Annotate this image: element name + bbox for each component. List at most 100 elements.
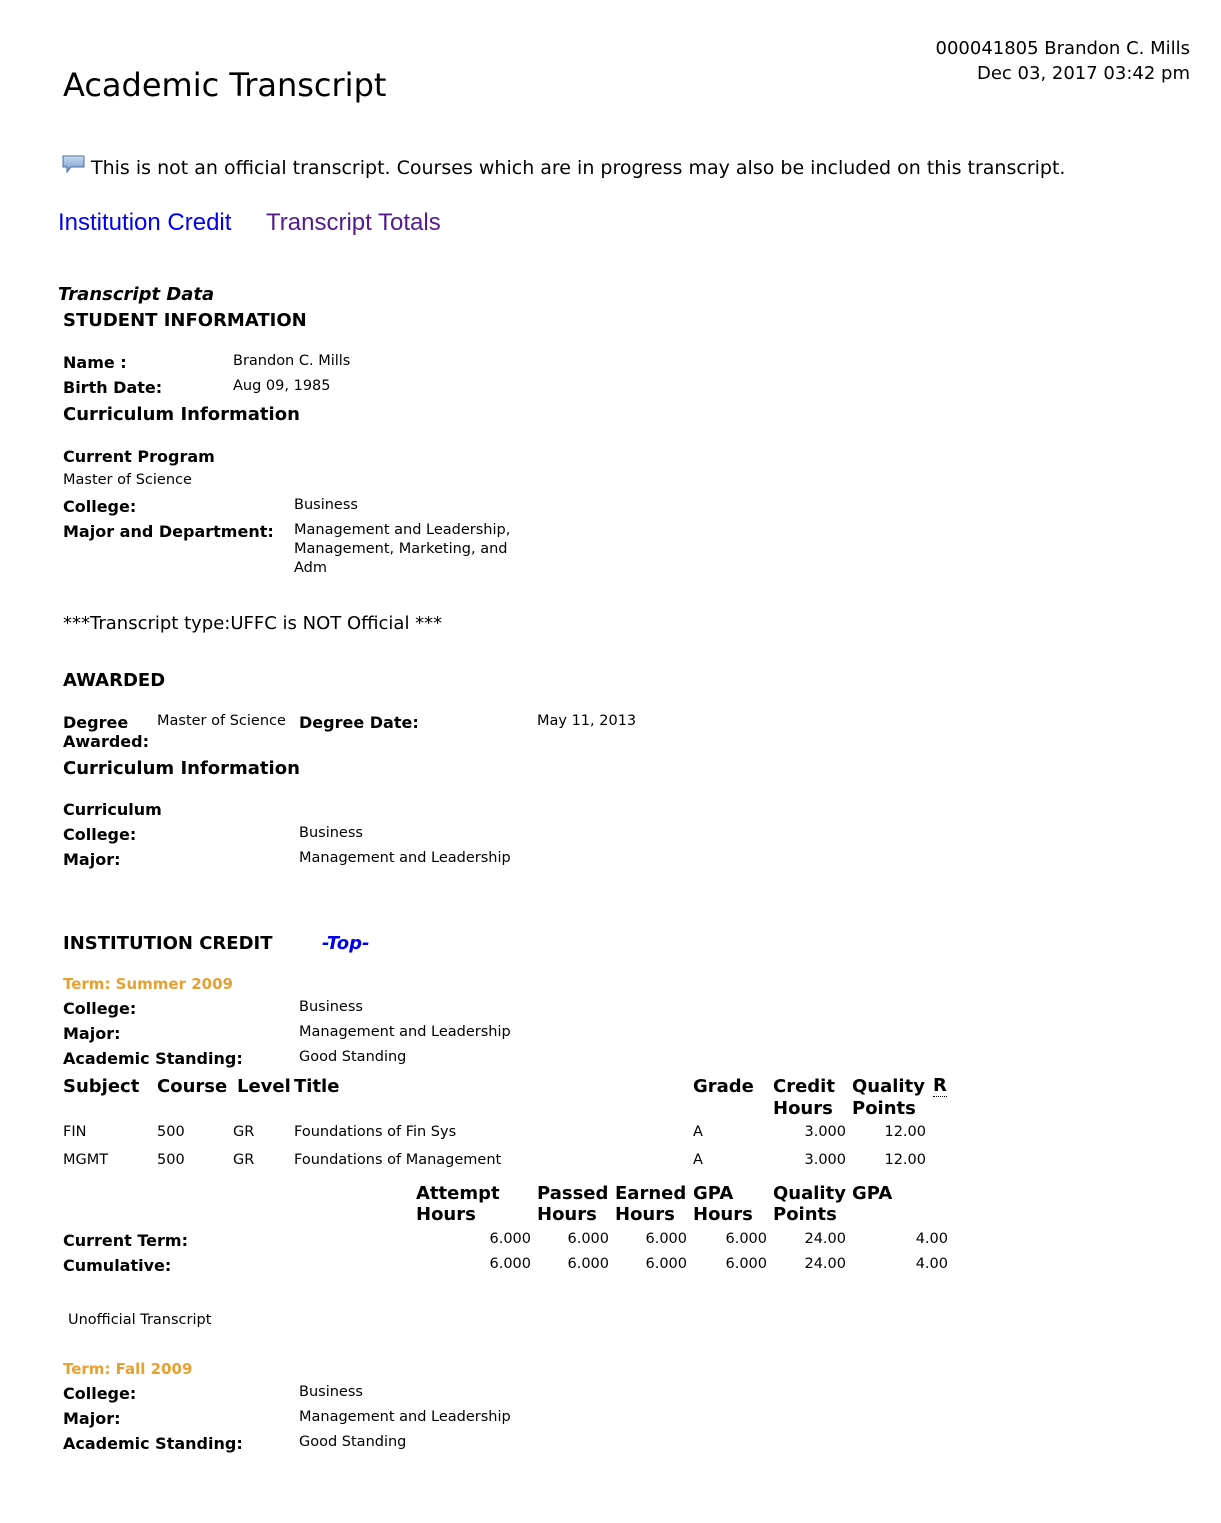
degree-awarded-value: Master of Science: [157, 713, 286, 729]
program-value: Master of Science: [63, 472, 192, 488]
course-credit-hours: 3.000: [804, 1124, 846, 1140]
major-department-line: Adm: [294, 560, 327, 576]
birth-date-label: Birth Date:: [63, 378, 163, 397]
institution-credit-link[interactable]: Institution Credit: [58, 209, 231, 237]
course-title: Foundations of Management: [294, 1152, 502, 1168]
academic-standing-label: Academic Standing:: [63, 1049, 243, 1068]
attempt-hours-value: 6.000: [489, 1256, 531, 1272]
degree-awarded-label: Awarded:: [63, 732, 150, 751]
course-subject: FIN: [63, 1124, 87, 1140]
college-value: Business: [299, 1384, 363, 1400]
col-quality-points: Points: [773, 1204, 837, 1225]
course-number: 500: [157, 1124, 185, 1140]
col-gpa-hours: Hours: [693, 1204, 753, 1225]
degree-awarded-label: Degree: [63, 713, 129, 732]
student-id-name: 000041805 Brandon C. Mills: [935, 38, 1190, 59]
col-credit-hours: Hours: [773, 1098, 833, 1119]
comment-icon: [62, 155, 86, 174]
course-credit-hours: 3.000: [804, 1152, 846, 1168]
college-value: Business: [299, 825, 363, 841]
gpa-hours-value: 6.000: [725, 1231, 767, 1247]
degree-date-label: Degree Date:: [299, 713, 419, 732]
major-label: Major:: [63, 1409, 121, 1428]
top-link[interactable]: -Top-: [322, 933, 370, 954]
awarded-heading: AWARDED: [63, 670, 166, 691]
course-number: 500: [157, 1152, 185, 1168]
col-passed-hours: Hours: [537, 1204, 597, 1225]
major-department-line: Management, Marketing, and: [294, 541, 508, 557]
college-label: College:: [63, 825, 137, 844]
col-title: Title: [294, 1076, 340, 1097]
academic-standing-label: Academic Standing:: [63, 1434, 243, 1453]
term-title: Term: Fall 2009: [63, 1360, 193, 1378]
major-value: Management and Leadership: [299, 1024, 511, 1040]
college-label: College:: [63, 497, 137, 516]
college-label: College:: [63, 1384, 137, 1403]
col-gpa-hours: GPA: [693, 1183, 734, 1204]
col-attempt-hours: Hours: [416, 1204, 476, 1225]
major-label: Major:: [63, 850, 121, 869]
gpa-value: 4.00: [915, 1231, 948, 1247]
passed-hours-value: 6.000: [567, 1256, 609, 1272]
academic-standing-value: Good Standing: [299, 1049, 407, 1065]
course-quality-points: 12.00: [884, 1152, 926, 1168]
current-program-label: Current Program: [63, 447, 215, 466]
name-value: Brandon C. Mills: [233, 353, 351, 369]
gpa-hours-value: 6.000: [725, 1256, 767, 1272]
major-value: Management and Leadership: [299, 1409, 511, 1425]
current-term-label: Current Term:: [63, 1231, 188, 1250]
academic-standing-value: Good Standing: [299, 1434, 407, 1450]
course-subject: MGMT: [63, 1152, 109, 1168]
unofficial-notice: This is not an official transcript. Cour…: [91, 157, 1066, 179]
major-label: Major:: [63, 1024, 121, 1043]
quality-points-value: 24.00: [804, 1256, 846, 1272]
page-title: Academic Transcript: [63, 66, 387, 104]
col-grade: Grade: [693, 1076, 754, 1097]
col-earned-hours: Earned: [615, 1183, 687, 1204]
course-level: GR: [233, 1152, 255, 1168]
earned-hours-value: 6.000: [645, 1231, 687, 1247]
curriculum-info-heading: Curriculum Information: [63, 758, 300, 779]
student-information-heading: STUDENT INFORMATION: [63, 310, 307, 331]
major-value: Management and Leadership: [299, 850, 511, 866]
col-gpa: GPA: [852, 1183, 893, 1204]
transcript-type: ***Transcript type:UFFC is NOT Official …: [63, 613, 443, 634]
report-datetime: Dec 03, 2017 03:42 pm: [977, 63, 1190, 84]
col-subject: Subject: [63, 1076, 140, 1097]
major-department-line: Management and Leadership,: [294, 522, 511, 538]
earned-hours-value: 6.000: [645, 1256, 687, 1272]
cumulative-label: Cumulative:: [63, 1256, 172, 1275]
name-label: Name :: [63, 353, 127, 372]
course-level: GR: [233, 1124, 255, 1140]
degree-date-value: May 11, 2013: [537, 713, 637, 729]
major-department-label: Major and Department:: [63, 522, 274, 541]
curriculum-label: Curriculum: [63, 800, 162, 819]
col-passed-hours: Passed: [537, 1183, 609, 1204]
col-level: Level: [237, 1076, 291, 1097]
course-grade: A: [693, 1124, 703, 1140]
col-attempt-hours: Attempt: [416, 1183, 500, 1204]
transcript-data-label: Transcript Data: [58, 284, 215, 305]
col-quality-points: Points: [852, 1098, 916, 1119]
course-quality-points: 12.00: [884, 1124, 926, 1140]
passed-hours-value: 6.000: [567, 1231, 609, 1247]
col-repeat: R: [933, 1075, 947, 1097]
col-earned-hours: Hours: [615, 1204, 675, 1225]
college-label: College:: [63, 999, 137, 1018]
col-course: Course: [157, 1076, 228, 1097]
col-quality-points: Quality: [773, 1183, 846, 1204]
col-credit-hours: Credit: [773, 1076, 835, 1097]
college-value: Business: [299, 999, 363, 1015]
birth-date-value: Aug 09, 1985: [233, 378, 331, 394]
col-quality-points: Quality: [852, 1076, 925, 1097]
quality-points-value: 24.00: [804, 1231, 846, 1247]
institution-credit-heading: INSTITUTION CREDIT: [63, 933, 273, 954]
term-title: Term: Summer 2009: [63, 975, 233, 993]
course-grade: A: [693, 1152, 703, 1168]
attempt-hours-value: 6.000: [489, 1231, 531, 1247]
unofficial-transcript-footer: Unofficial Transcript: [68, 1312, 212, 1328]
transcript-totals-link[interactable]: Transcript Totals: [266, 209, 441, 237]
gpa-value: 4.00: [915, 1256, 948, 1272]
college-value: Business: [294, 497, 358, 513]
course-title: Foundations of Fin Sys: [294, 1124, 457, 1140]
